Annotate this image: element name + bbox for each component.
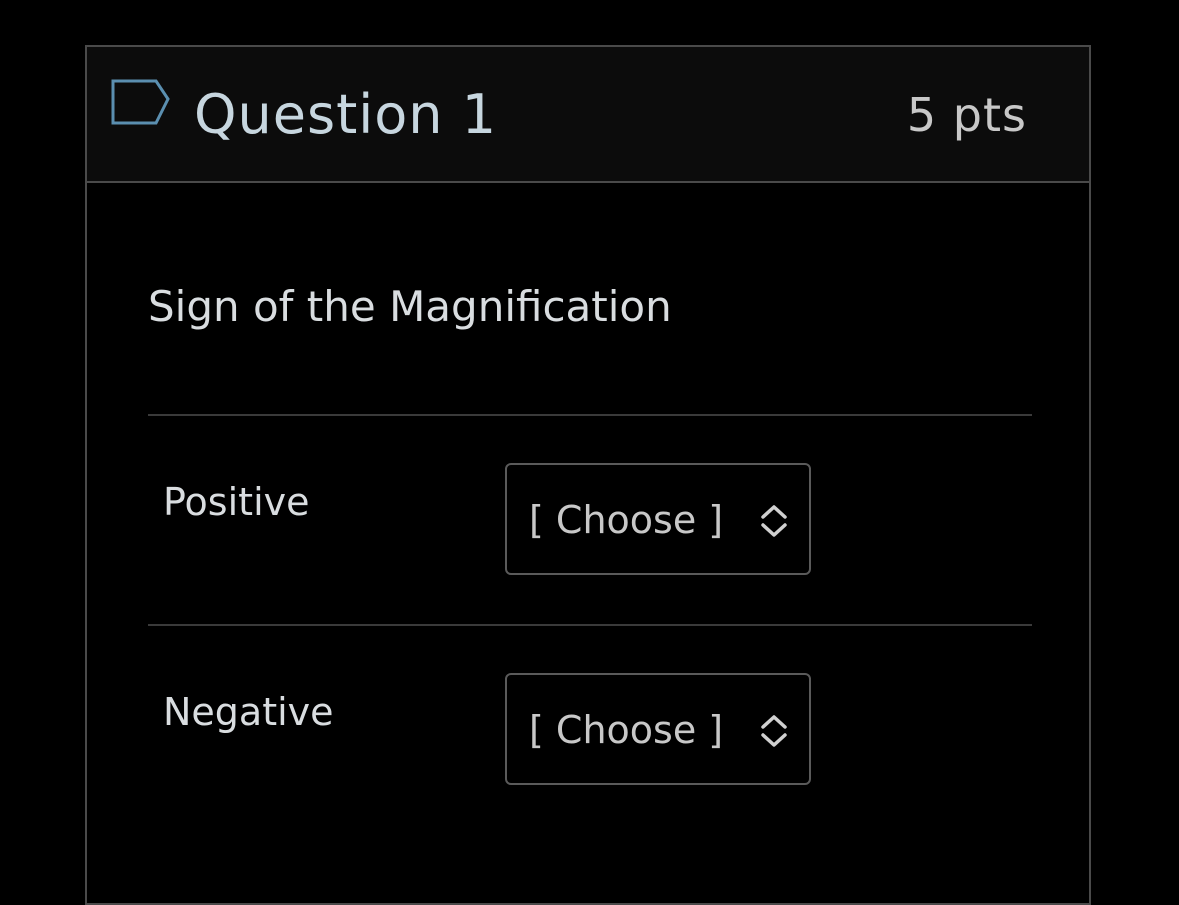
- answer-label-negative: Negative: [163, 690, 334, 734]
- question-card: Question 1 5 pts Sign of the Magnificati…: [85, 45, 1091, 905]
- positive-choose-select[interactable]: [ Choose ]: [505, 463, 811, 575]
- answer-label-positive: Positive: [163, 480, 310, 524]
- chevron-up-down-icon: [761, 715, 787, 747]
- divider: [148, 414, 1032, 416]
- select-value: [ Choose ]: [529, 498, 724, 542]
- question-text: Sign of the Magnification: [148, 282, 672, 331]
- select-value: [ Choose ]: [529, 708, 724, 752]
- divider: [148, 624, 1032, 626]
- question-header: Question 1 5 pts: [87, 47, 1089, 183]
- flag-outline-icon[interactable]: [110, 77, 172, 127]
- negative-choose-select[interactable]: [ Choose ]: [505, 673, 811, 785]
- question-points: 5 pts: [906, 88, 1027, 142]
- question-title: Question 1: [194, 83, 498, 146]
- chevron-up-down-icon: [761, 505, 787, 537]
